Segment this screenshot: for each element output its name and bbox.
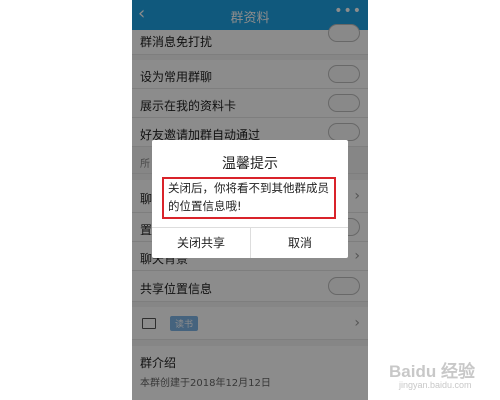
dialog-title: 温馨提示 bbox=[222, 156, 278, 172]
dialog-message: 关闭后，你将看不到其他群成员的位置信息哦! bbox=[162, 177, 336, 219]
confirm-dialog: 温馨提示 关闭后，你将看不到其他群成员的位置信息哦! 关闭共享 取消 bbox=[152, 140, 348, 258]
left-margin bbox=[0, 0, 132, 400]
close-sharing-button[interactable]: 关闭共享 bbox=[152, 228, 250, 258]
watermark: Baidu 经验 jingyan.baidu.com bbox=[375, 355, 495, 395]
right-margin bbox=[368, 0, 500, 400]
cancel-button[interactable]: 取消 bbox=[251, 228, 349, 258]
phone-screen: ‹ 群资料 ••• 群消息免打扰 设为常用群聊 展示在我的资料卡 好友邀请加群自… bbox=[132, 0, 368, 400]
watermark-logo: Baidu 经验 bbox=[389, 362, 475, 381]
watermark-url: jingyan.baidu.com bbox=[399, 380, 472, 390]
